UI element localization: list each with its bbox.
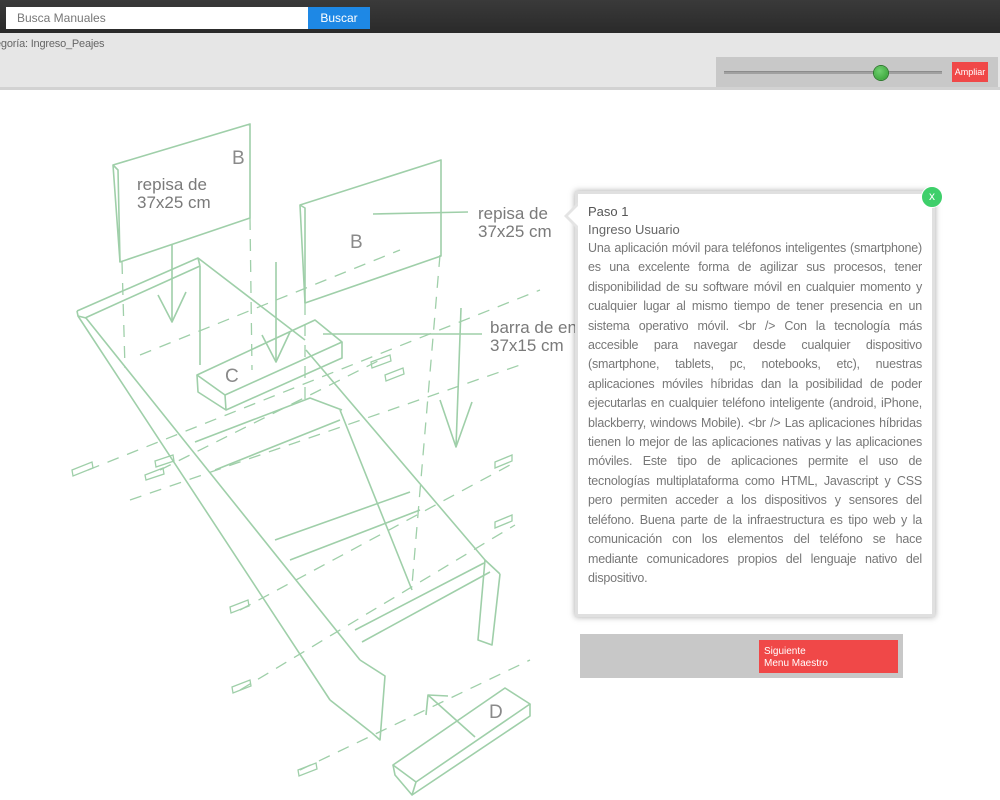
search-input[interactable] — [6, 7, 308, 29]
popup-pointer — [564, 202, 579, 230]
sub-bar: egoría: Ingreso_Peajes Ampliar — [0, 33, 1000, 90]
step-title: Paso 1 — [588, 204, 629, 219]
diagram-lines — [76, 123, 531, 796]
top-bar: Buscar — [0, 0, 1000, 33]
diagram-dashed-lines — [87, 217, 541, 771]
ampliar-button[interactable]: Ampliar — [952, 62, 988, 82]
step-subtitle: Ingreso Usuario — [588, 222, 680, 237]
zoom-slider[interactable] — [724, 66, 942, 80]
label-b-left: B — [232, 148, 245, 169]
search-button[interactable]: Buscar — [308, 7, 370, 29]
category-label: egoría: Ingreso_Peajes — [0, 38, 105, 50]
step-description: Una aplicación móvil para teléfonos inte… — [588, 241, 922, 585]
label-repisa-right-2: 37x25 cm — [478, 222, 552, 241]
close-button[interactable]: x — [921, 186, 943, 208]
step-popup: x Paso 1 Ingreso Usuario Una aplicación … — [564, 186, 943, 617]
label-barra-2: 37x15 cm — [490, 336, 564, 355]
step-navigation-bar: Siguiente Menu Maestro — [580, 634, 903, 678]
next-button-label: Siguiente — [764, 646, 806, 657]
label-c: C — [225, 366, 239, 387]
label-b-right: B — [350, 232, 363, 253]
next-step-button[interactable]: Siguiente Menu Maestro — [759, 640, 898, 673]
label-d: D — [489, 702, 503, 723]
label-repisa-left-1: repisa de — [137, 175, 207, 194]
zoom-slider-handle[interactable] — [873, 66, 888, 80]
label-repisa-right-1: repisa de — [478, 204, 548, 223]
next-button-sublabel: Menu Maestro — [764, 658, 828, 669]
zoom-panel: Ampliar — [716, 57, 998, 87]
label-repisa-left-2: 37x25 cm — [137, 193, 211, 212]
popup-content: Paso 1 Ingreso Usuario Una aplicación mó… — [588, 203, 922, 588]
label-barra-1: barra de en — [490, 318, 577, 337]
